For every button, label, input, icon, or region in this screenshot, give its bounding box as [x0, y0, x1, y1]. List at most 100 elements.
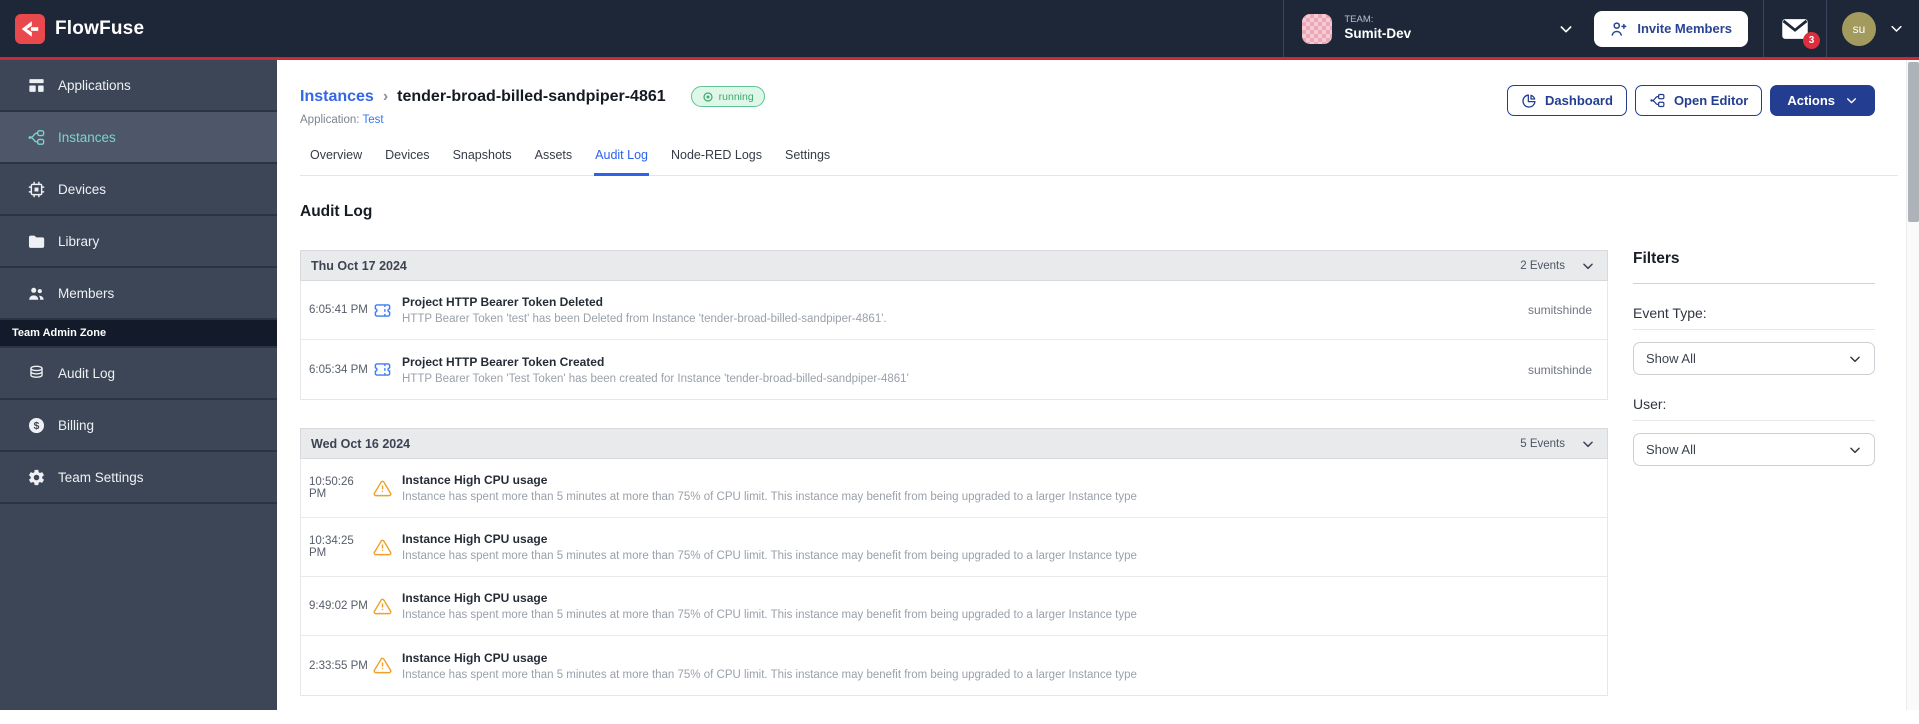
- filters-panel: Filters Event Type: Show All User: Show …: [1633, 250, 1875, 466]
- tab-audit-log[interactable]: Audit Log: [594, 139, 649, 176]
- tab-devices[interactable]: Devices: [384, 139, 430, 176]
- instances-icon: [27, 128, 46, 147]
- notifications-button[interactable]: 3: [1764, 0, 1826, 57]
- chevron-down-icon[interactable]: [1581, 437, 1595, 451]
- team-selector[interactable]: TEAM: Sumit-Dev: [1284, 0, 1592, 57]
- sidebar-item-applications[interactable]: Applications: [0, 60, 277, 112]
- event-title: Instance High CPU usage: [402, 473, 548, 487]
- event-type-value: Show All: [1646, 351, 1696, 366]
- sidebar-item-label: Applications: [58, 77, 131, 93]
- open-editor-button[interactable]: Open Editor: [1634, 85, 1763, 116]
- group-date: Thu Oct 17 2024: [311, 258, 407, 273]
- sidebar-item-library[interactable]: Library: [0, 216, 277, 268]
- svg-text:$: $: [34, 421, 40, 432]
- open-editor-label: Open Editor: [1673, 93, 1749, 108]
- audit-group-header[interactable]: Thu Oct 17 2024 2 Events: [300, 250, 1608, 281]
- event-description: HTTP Bearer Token 'Test Token' has been …: [402, 372, 909, 385]
- actions-button[interactable]: Actions: [1770, 85, 1875, 116]
- tab-settings[interactable]: Settings: [784, 139, 831, 176]
- notification-badge: 3: [1803, 32, 1820, 49]
- application-link[interactable]: Test: [362, 114, 383, 126]
- status-badge: running: [690, 86, 765, 107]
- sidebar-item-billing[interactable]: $ Billing: [0, 400, 277, 452]
- user-menu[interactable]: su: [1827, 0, 1919, 57]
- dashboard-button[interactable]: Dashboard: [1507, 85, 1627, 116]
- main-content: Instances › tender-broad-billed-sandpipe…: [277, 60, 1919, 710]
- event-time: 6:05:34 PM: [309, 363, 368, 376]
- audit-event-row: 6:05:34 PM Project HTTP Bearer Token Cre…: [301, 340, 1607, 399]
- chevron-down-icon: [1558, 21, 1574, 37]
- event-type-label: Event Type:: [1633, 305, 1875, 330]
- event-description: Instance has spent more than 5 minutes a…: [402, 550, 1137, 562]
- group-event-count: 5 Events: [1520, 437, 1565, 450]
- group-date: Wed Oct 16 2024: [311, 436, 411, 451]
- sidebar-item-label: Team Settings: [58, 469, 144, 485]
- event-time: 10:50:26 PM: [309, 476, 354, 500]
- sidebar-item-members[interactable]: Members: [0, 268, 277, 320]
- sidebar-item-label: Billing: [58, 417, 95, 433]
- filters-title: Filters: [1633, 250, 1680, 267]
- sidebar-item-devices[interactable]: Devices: [0, 164, 277, 216]
- chevron-down-icon: [1848, 443, 1862, 457]
- warning-icon: [373, 538, 393, 557]
- warning-icon: [373, 597, 393, 616]
- event-time: 2:33:55 PM: [309, 659, 368, 672]
- flowfuse-logo: [15, 13, 45, 44]
- sidebar-item-audit-log[interactable]: Audit Log: [0, 348, 277, 400]
- ticket-icon: [373, 301, 393, 320]
- chevron-down-icon: [1845, 94, 1858, 107]
- team-label: TEAM:: [1344, 14, 1374, 26]
- pie-chart-icon: [1521, 93, 1537, 109]
- tab-overview[interactable]: Overview: [309, 139, 363, 176]
- top-bar: FlowFuse TEAM: Sumit-Dev Invite Members: [0, 0, 1919, 57]
- fork-icon: [1649, 92, 1666, 109]
- user-filter-label: User:: [1633, 396, 1875, 421]
- brand-name: FlowFuse: [55, 17, 145, 39]
- event-user: sumitshinde: [1527, 362, 1592, 377]
- application-label: Application:: [300, 114, 360, 126]
- flowfuse-brand[interactable]: FlowFuse: [0, 13, 145, 44]
- chevron-down-icon[interactable]: [1581, 259, 1595, 273]
- instance-name: tender-broad-billed-sandpiper-4861: [397, 87, 666, 105]
- chevron-down-icon: [1889, 21, 1904, 36]
- actions-label: Actions: [1787, 93, 1835, 108]
- ticket-icon: [373, 360, 393, 379]
- warning-icon: [373, 479, 393, 498]
- invite-members-label: Invite Members: [1637, 21, 1732, 36]
- event-title: Project HTTP Bearer Token Deleted: [402, 295, 603, 309]
- dashboard-label: Dashboard: [1545, 93, 1613, 108]
- sidebar: Applications Instances Devices Library M…: [0, 60, 277, 710]
- sidebar-item-label: Library: [58, 233, 100, 249]
- audit-log-icon: [27, 364, 46, 383]
- warning-icon: [373, 656, 393, 675]
- tab-assets[interactable]: Assets: [534, 139, 574, 176]
- event-description: HTTP Bearer Token 'test' has been Delete…: [402, 313, 887, 325]
- sidebar-item-label: Members: [58, 285, 115, 301]
- chevron-down-icon: [1848, 352, 1862, 366]
- event-title: Project HTTP Bearer Token Created: [402, 354, 605, 369]
- user-select[interactable]: Show All: [1633, 433, 1875, 466]
- scrollbar-thumb[interactable]: [1908, 62, 1919, 222]
- accent-line: [0, 57, 1919, 60]
- audit-event-list: Thu Oct 17 2024 2 Events 6:05:41 PM Proj…: [300, 250, 1608, 724]
- invite-members-button[interactable]: Invite Members: [1594, 10, 1748, 47]
- sidebar-item-label: Audit Log: [58, 365, 116, 381]
- sidebar-item-label: Instances: [58, 129, 116, 145]
- event-type-select[interactable]: Show All: [1633, 342, 1875, 375]
- breadcrumb-instances-link[interactable]: Instances: [300, 88, 374, 106]
- divider: [1633, 283, 1875, 284]
- audit-group: Wed Oct 16 2024 5 Events 10:50:26 PM Ins…: [300, 428, 1608, 696]
- audit-event-row: 6:05:41 PM Project HTTP Bearer Token Del…: [301, 281, 1607, 340]
- event-time: 10:34:25 PM: [309, 535, 354, 559]
- vertical-scrollbar[interactable]: [1906, 60, 1919, 710]
- tab-snapshots[interactable]: Snapshots: [452, 139, 513, 176]
- audit-group: Thu Oct 17 2024 2 Events 6:05:41 PM Proj…: [300, 250, 1608, 400]
- sidebar-item-team-settings[interactable]: Team Settings: [0, 452, 277, 504]
- devices-icon: [27, 180, 46, 199]
- sidebar-item-instances[interactable]: Instances: [0, 112, 277, 164]
- instance-tabs: Overview Devices Snapshots Assets Audit …: [300, 139, 1898, 176]
- tab-node-red-logs[interactable]: Node-RED Logs: [670, 139, 763, 176]
- sidebar-item-label: Devices: [58, 181, 107, 197]
- breadcrumb-chevron: ›: [382, 87, 389, 105]
- audit-group-header[interactable]: Wed Oct 16 2024 5 Events: [300, 428, 1608, 459]
